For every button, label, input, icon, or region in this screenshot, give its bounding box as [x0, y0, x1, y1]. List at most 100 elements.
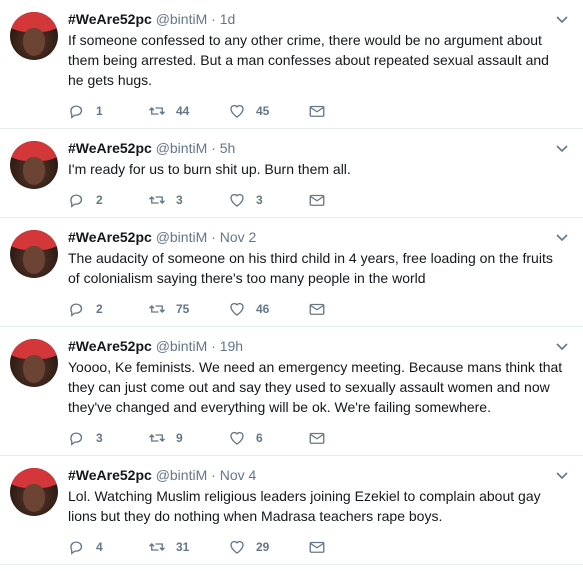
- reply-count: 2: [96, 302, 103, 316]
- envelope-icon: [309, 194, 325, 206]
- tweet-text: Lol. Watching Muslim religious leaders j…: [68, 488, 541, 524]
- timestamp[interactable]: 5h: [220, 140, 236, 156]
- reply-button[interactable]: 2: [68, 191, 148, 209]
- reply-button[interactable]: 2: [68, 300, 148, 318]
- timestamp[interactable]: 19h: [220, 338, 243, 354]
- tweet-header: #WeAre52pc @bintiM · Nov 4: [68, 466, 571, 484]
- retweet-count: 9: [176, 431, 183, 445]
- heart-icon: [230, 540, 244, 554]
- avatar[interactable]: [10, 141, 58, 189]
- chevron-down-icon[interactable]: [555, 339, 569, 353]
- display-name[interactable]: #WeAre52pc: [68, 229, 152, 245]
- display-name[interactable]: #WeAre52pc: [68, 467, 152, 483]
- like-button[interactable]: 6: [228, 429, 308, 447]
- tweet[interactable]: #WeAre52pc @bintiM · Nov 2 The audacity …: [0, 218, 583, 327]
- heart-icon: [230, 431, 244, 445]
- retweet-count: 31: [176, 540, 190, 554]
- tweet-header: #WeAre52pc @bintiM · 5h: [68, 139, 571, 157]
- separator-dot: ·: [211, 11, 216, 27]
- retweet-button[interactable]: 44: [148, 102, 228, 120]
- chevron-down-icon[interactable]: [555, 468, 569, 482]
- separator-dot: ·: [211, 140, 216, 156]
- reply-count: 1: [96, 104, 103, 118]
- like-count: 6: [256, 431, 263, 445]
- user-handle[interactable]: @bintiM: [156, 229, 208, 245]
- tweet[interactable]: #WeAre52pc @bintiM · 1d If someone confe…: [0, 0, 583, 129]
- display-name[interactable]: #WeAre52pc: [68, 338, 152, 354]
- reply-button[interactable]: 4: [68, 538, 148, 556]
- tweet-actions: 4 31 29: [68, 530, 571, 564]
- avatar[interactable]: [10, 339, 58, 387]
- tweet-header: #WeAre52pc @bintiM · 19h: [68, 337, 571, 355]
- retweet-icon: [149, 543, 165, 551]
- tweet[interactable]: #WeAre52pc @bintiM · Nov 4 Lol. Watching…: [0, 456, 583, 565]
- heart-icon: [230, 193, 244, 207]
- user-handle[interactable]: @bintiM: [156, 338, 208, 354]
- like-button[interactable]: 3: [228, 191, 308, 209]
- separator-dot: ·: [211, 229, 216, 245]
- chevron-down-icon[interactable]: [555, 141, 569, 155]
- reply-count: 2: [96, 193, 103, 207]
- like-count: 46: [256, 302, 270, 316]
- timestamp[interactable]: 1d: [220, 11, 236, 27]
- retweet-icon: [149, 434, 165, 442]
- heart-icon: [230, 104, 244, 118]
- retweet-count: 44: [176, 104, 190, 118]
- tweet-text: Yoooo, Ke feminists. We need an emergenc…: [68, 359, 563, 415]
- tweet[interactable]: #WeAre52pc @bintiM · 5h I'm ready for us…: [0, 129, 583, 218]
- dm-button[interactable]: [308, 429, 388, 447]
- display-name[interactable]: #WeAre52pc: [68, 11, 152, 27]
- heart-icon: [230, 302, 244, 316]
- dm-button[interactable]: [308, 102, 388, 120]
- retweet-button[interactable]: 75: [148, 300, 228, 318]
- like-count: 29: [256, 540, 270, 554]
- like-count: 3: [256, 193, 263, 207]
- dm-button[interactable]: [308, 300, 388, 318]
- tweet-text: The audacity of someone on his third chi…: [68, 250, 553, 286]
- user-handle[interactable]: @bintiM: [156, 140, 208, 156]
- retweet-icon: [149, 305, 165, 313]
- reply-button[interactable]: 1: [68, 102, 148, 120]
- timestamp[interactable]: Nov 4: [220, 467, 257, 483]
- tweet[interactable]: #WeAre52pc @bintiM · 19h Yoooo, Ke femin…: [0, 327, 583, 456]
- tweet-text: If someone confessed to any other crime,…: [68, 32, 549, 88]
- tweet-actions: 2 3 3: [68, 183, 571, 217]
- separator-dot: ·: [211, 338, 216, 354]
- retweet-button[interactable]: 3: [148, 191, 228, 209]
- reply-button[interactable]: 3: [68, 429, 148, 447]
- retweet-count: 3: [176, 193, 183, 207]
- user-handle[interactable]: @bintiM: [156, 11, 208, 27]
- dm-button[interactable]: [308, 538, 388, 556]
- reply-icon: [70, 432, 83, 446]
- reply-icon: [70, 194, 83, 208]
- chevron-down-icon[interactable]: [555, 230, 569, 244]
- like-button[interactable]: 46: [228, 300, 308, 318]
- reply-icon: [70, 303, 83, 317]
- envelope-icon: [309, 541, 325, 553]
- user-handle[interactable]: @bintiM: [156, 467, 208, 483]
- timestamp[interactable]: Nov 2: [220, 229, 257, 245]
- retweet-icon: [149, 196, 165, 204]
- retweet-button[interactable]: 31: [148, 538, 228, 556]
- reply-icon: [70, 541, 83, 555]
- dm-button[interactable]: [308, 191, 388, 209]
- tweet-actions: 1 44 45: [68, 94, 571, 128]
- envelope-icon: [309, 303, 325, 315]
- like-button[interactable]: 45: [228, 102, 308, 120]
- tweet-header: #WeAre52pc @bintiM · Nov 2: [68, 228, 571, 246]
- avatar[interactable]: [10, 12, 58, 60]
- reply-count: 4: [96, 540, 103, 554]
- separator-dot: ·: [211, 467, 216, 483]
- retweet-count: 75: [176, 302, 190, 316]
- like-button[interactable]: 29: [228, 538, 308, 556]
- reply-count: 3: [96, 431, 103, 445]
- timeline-feed: #WeAre52pc @bintiM · 1d If someone confe…: [0, 0, 583, 565]
- avatar[interactable]: [10, 230, 58, 278]
- retweet-button[interactable]: 9: [148, 429, 228, 447]
- tweet-actions: 2 75 46: [68, 292, 571, 326]
- tweet-actions: 3 9 6: [68, 421, 571, 455]
- avatar[interactable]: [10, 468, 58, 516]
- chevron-down-icon[interactable]: [555, 12, 569, 26]
- reply-icon: [70, 105, 83, 119]
- display-name[interactable]: #WeAre52pc: [68, 140, 152, 156]
